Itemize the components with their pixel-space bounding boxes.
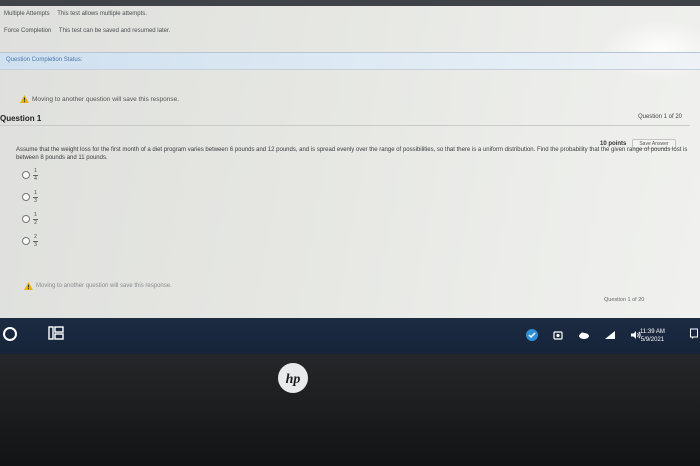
fraction: 2 3 — [33, 233, 38, 248]
save-warning: Moving to another question will save thi… — [20, 95, 179, 103]
force-completion-value: This test can be saved and resumed later… — [58, 28, 171, 34]
fraction-numerator: 1 — [34, 189, 37, 196]
fraction-numerator: 2 — [34, 233, 37, 240]
radio-button[interactable] — [22, 193, 30, 201]
multiple-attempts-label: Multiple Attempts — [4, 11, 50, 17]
force-completion-row: Force Completion This test can be saved … — [4, 28, 170, 34]
security-icon[interactable] — [526, 329, 538, 341]
cortana-icon[interactable] — [3, 327, 17, 341]
fraction: 1 2 — [33, 211, 38, 226]
answer-option[interactable]: 2 3 — [22, 230, 38, 252]
wifi-icon[interactable] — [604, 329, 616, 341]
radio-button[interactable] — [22, 215, 30, 223]
laptop-bezel — [0, 354, 700, 466]
answer-option[interactable]: 1 4 — [22, 164, 38, 186]
fraction-numerator: 1 — [34, 167, 37, 174]
warning-icon — [24, 282, 33, 290]
force-completion-label: Force Completion — [4, 28, 52, 34]
fraction-denominator: 3 — [34, 241, 37, 248]
answer-option[interactable]: 1 3 — [22, 186, 38, 208]
fraction-denominator: 3 — [34, 197, 37, 204]
hp-logo: hp — [278, 363, 308, 393]
cloud-icon[interactable] — [578, 329, 590, 341]
clock-date: 5/9/2021 — [640, 337, 665, 343]
radio-button[interactable] — [22, 171, 30, 179]
fraction-denominator: 4 — [34, 175, 37, 182]
question-title: Question 1 — [0, 114, 42, 123]
multiple-attempts-value: This test allows multiple attempts. — [57, 11, 147, 17]
notification-icon[interactable] — [690, 328, 698, 340]
windows-taskbar: 11:39 AM 5/9/2021 — [0, 318, 700, 354]
task-view-icon[interactable] — [48, 325, 64, 341]
top-banner — [0, 0, 700, 6]
bottom-question-counter: Question 1 of 20 — [604, 297, 645, 303]
question-header: Question 1 Question 1 of 20 — [0, 112, 690, 126]
bottom-save-warning-text: Moving to another question will save thi… — [36, 283, 172, 289]
bottom-save-warning: Moving to another question will save thi… — [24, 282, 172, 290]
clock-time: 11:39 AM — [640, 329, 665, 335]
radio-button[interactable] — [22, 237, 30, 245]
question-counter: Question 1 of 20 — [637, 114, 682, 120]
taskbar-clock[interactable]: 11:39 AM 5/9/2021 — [640, 328, 665, 344]
answer-option[interactable]: 1 2 — [22, 208, 38, 230]
answer-options: 1 4 1 3 1 2 2 3 — [22, 164, 38, 252]
fraction-numerator: 1 — [34, 211, 37, 218]
screen-glare — [600, 20, 700, 80]
question-text: Assume that the weight loss for the firs… — [16, 147, 688, 161]
save-warning-text: Moving to another question will save thi… — [32, 95, 180, 103]
onedrive-icon[interactable] — [552, 329, 564, 341]
browser-viewport: Multiple Attempts This test allows multi… — [0, 0, 700, 318]
question-completion-status-link[interactable]: Question Completion Status: — [6, 57, 82, 63]
fraction: 1 3 — [33, 189, 38, 204]
fraction: 1 4 — [33, 167, 38, 182]
system-tray — [526, 329, 642, 341]
question-completion-status-bar[interactable]: Question Completion Status: — [0, 52, 700, 70]
fraction-denominator: 2 — [34, 219, 37, 226]
svg-text:hp: hp — [286, 372, 301, 387]
multiple-attempts-row: Multiple Attempts This test allows multi… — [4, 11, 147, 17]
warning-icon — [20, 95, 29, 103]
